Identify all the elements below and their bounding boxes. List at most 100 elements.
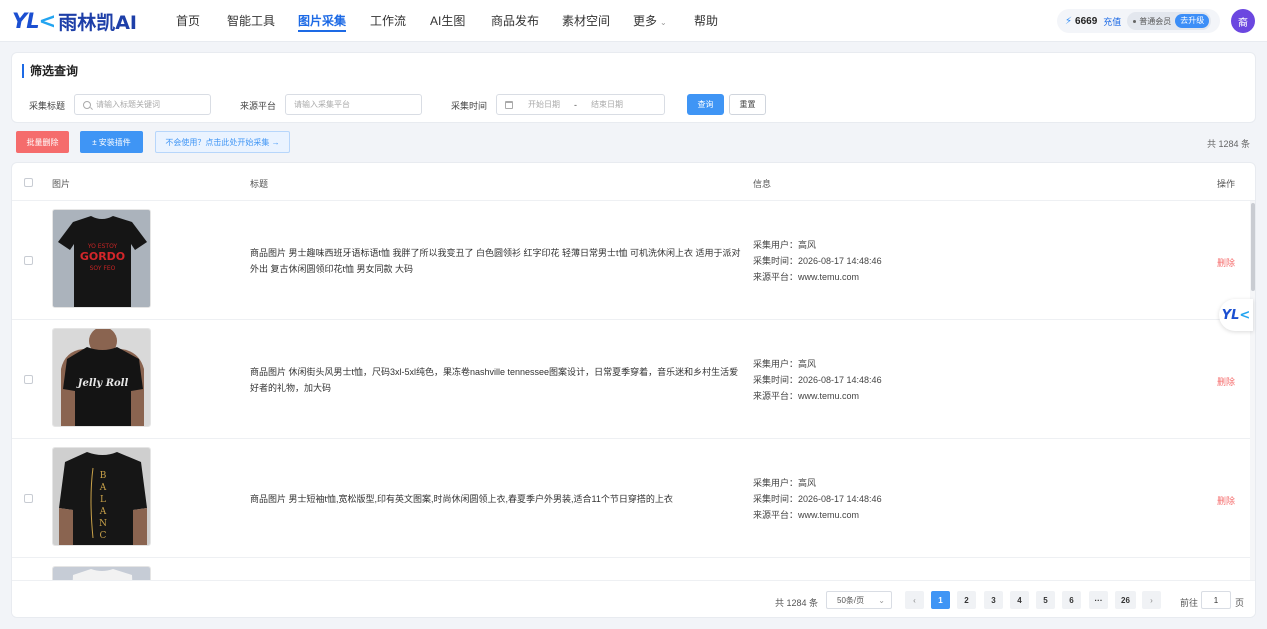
date-separator: - — [574, 99, 577, 110]
delete-link[interactable]: 删除 — [1217, 494, 1235, 507]
pagination: 共 1284 条 50条/页 ⌄ ‹ 1 2 3 4 5 6 ··· 26 › … — [12, 580, 1255, 617]
help-start-collect-link[interactable]: 不会使用？点击此处开始采集 → — [155, 131, 290, 153]
page-button-4[interactable]: 4 — [1010, 591, 1029, 609]
collect-user: 采集用户：高风 — [753, 359, 817, 369]
select-all-checkbox[interactable] — [24, 178, 33, 187]
start-date-placeholder: 开始日期 — [528, 100, 560, 109]
collection-table: 图片 标题 信息 操作 YO ESTOY GORDO SOY FEO 商品图片 … — [11, 162, 1256, 618]
platform-placeholder: 请输入采集平台 — [294, 100, 350, 109]
row-title: 商品图片 男士短袖t恤,宽松版型,印有英文图案,时尚休闲圆领上衣,春夏季户外男装… — [250, 494, 673, 504]
upgrade-button[interactable]: 去升级 — [1175, 14, 1210, 28]
chevron-down-icon: ⌄ — [878, 595, 885, 605]
table-row — [12, 558, 1250, 596]
logo-text: 雨林凯AI — [58, 11, 137, 34]
table-scrollbar-thumb[interactable] — [1251, 203, 1255, 291]
row-title: 商品图片 休闲街头风男士t恤，尺码3xl-5xl纯色，果冻卷nashville … — [250, 367, 739, 393]
title-filter-label: 采集标题 — [29, 101, 66, 111]
avatar[interactable]: 裔 — [1231, 9, 1255, 33]
collect-time: 采集时间：2026-08-17 14:48:46 — [753, 494, 882, 504]
product-thumbnail[interactable]: B A L A N C — [52, 447, 151, 546]
top-header: YL< 雨林凯AI 首页 智能工具 图片采集 工作流 AI生图 商品发布 素材空… — [0, 0, 1267, 42]
date-range-picker[interactable]: 开始日期 - 结束日期 — [496, 94, 665, 115]
svg-text:C: C — [100, 531, 107, 541]
nav-product-publish[interactable]: 商品发布 — [491, 0, 539, 42]
svg-text:YO ESTOY: YO ESTOY — [87, 243, 118, 250]
batch-delete-button[interactable]: 批量删除 — [16, 131, 69, 153]
nav-asset-space[interactable]: 素材空间 — [562, 0, 610, 42]
collect-time: 采集时间：2026-08-17 14:48:46 — [753, 256, 882, 266]
page-button-2[interactable]: 2 — [957, 591, 976, 609]
filter-title: 筛选查询 — [22, 64, 78, 78]
goto-label: 前往 — [1180, 598, 1199, 608]
table-row: Jelly Roll 商品图片 休闲街头风男士t恤，尺码3xl-5xl纯色，果冻… — [12, 320, 1250, 439]
logo-chevron: < — [38, 9, 57, 33]
svg-text:N: N — [99, 519, 107, 529]
platform-filter-label: 来源平台 — [240, 101, 277, 111]
install-plugin-button[interactable]: ± 安装插件 — [80, 131, 143, 153]
goto-page-suffix: 页 — [1235, 598, 1245, 608]
search-icon — [83, 100, 91, 109]
brand-logo[interactable]: YL< 雨林凯AI — [12, 9, 137, 34]
nav-help[interactable]: 帮助 — [694, 0, 718, 42]
page-button-26[interactable]: 26 — [1115, 591, 1136, 609]
row-checkbox[interactable] — [24, 375, 33, 384]
calendar-icon — [505, 100, 513, 109]
end-date-placeholder: 结束日期 — [591, 100, 623, 109]
reset-button[interactable]: 重置 — [729, 94, 766, 115]
member-level: 普通会员 — [1139, 16, 1172, 26]
nav-smart-tools[interactable]: 智能工具 — [227, 0, 275, 42]
chevron-down-icon: ⌄ — [660, 18, 667, 27]
credits-count: 6669 — [1075, 15, 1098, 27]
source-platform: 来源平台：www.temu.com — [753, 510, 860, 520]
recharge-link[interactable]: 充值 — [1103, 15, 1121, 28]
page-button-1[interactable]: 1 — [931, 591, 950, 609]
title-search-placeholder: 请输入标题关键词 — [96, 100, 160, 109]
collect-time: 采集时间：2026-08-17 14:48:46 — [753, 375, 882, 385]
shirt-print-subtext: SOY FEO — [90, 265, 116, 272]
filter-panel: 筛选查询 采集标题 请输入标题关键词 来源平台 请输入采集平台 采集时间 开始日… — [11, 52, 1256, 123]
more-pages-ellipsis[interactable]: ··· — [1089, 591, 1108, 609]
product-thumbnail[interactable]: YO ESTOY GORDO SOY FEO — [52, 209, 151, 308]
column-header-info: 信息 — [753, 179, 772, 189]
floating-logo-badge[interactable]: YL < — [1219, 299, 1253, 331]
shirt-print-text: Jelly Roll — [76, 378, 129, 389]
lightning-icon: ⚡ — [1065, 15, 1073, 27]
query-button[interactable]: 查询 — [687, 94, 724, 115]
next-page-button[interactable]: › — [1142, 591, 1161, 609]
table-row: B A L A N C 商品图片 男士短袖t恤,宽松版型,印有英文图案,时尚休闲… — [12, 439, 1250, 558]
svg-text:L: L — [100, 495, 106, 505]
source-platform: 来源平台：www.temu.com — [753, 391, 860, 401]
title-search-input[interactable]: 请输入标题关键词 — [74, 94, 211, 115]
member-badge: 普通会员 去升级 — [1127, 12, 1212, 30]
row-info: 采集用户：高风 采集时间：2026-08-17 14:48:46 来源平台：ww… — [753, 356, 882, 404]
nav-ai-image[interactable]: AI生图 — [430, 0, 465, 42]
table-header: 图片 标题 信息 操作 — [12, 163, 1255, 201]
product-thumbnail[interactable]: Jelly Roll — [52, 328, 151, 427]
goto-page-input[interactable]: 1 — [1201, 591, 1231, 609]
row-info: 采集用户：高风 采集时间：2026-08-17 14:48:46 来源平台：ww… — [753, 237, 882, 285]
nav-image-collect[interactable]: 图片采集 — [298, 0, 347, 42]
nav-home[interactable]: 首页 — [176, 0, 200, 42]
column-header-image: 图片 — [52, 179, 71, 189]
page-size-select[interactable]: 50条/页 ⌄ — [826, 591, 892, 609]
nav-more-label: 更多 — [633, 14, 658, 28]
time-filter-label: 采集时间 — [451, 101, 488, 111]
page-button-3[interactable]: 3 — [984, 591, 1003, 609]
platform-input[interactable]: 请输入采集平台 — [285, 94, 422, 115]
collect-user: 采集用户：高风 — [753, 478, 817, 488]
page-button-5[interactable]: 5 — [1036, 591, 1055, 609]
page-button-6[interactable]: 6 — [1062, 591, 1081, 609]
row-checkbox[interactable] — [24, 494, 33, 503]
source-platform: 来源平台：www.temu.com — [753, 272, 860, 282]
prev-page-button[interactable]: ‹ — [905, 591, 924, 609]
column-header-actions: 操作 — [1217, 179, 1236, 189]
dot-icon — [1133, 19, 1137, 23]
row-info: 采集用户：高风 采集时间：2026-08-17 14:48:46 来源平台：ww… — [753, 475, 882, 523]
row-checkbox[interactable] — [24, 256, 33, 265]
delete-link[interactable]: 删除 — [1217, 256, 1235, 269]
nav-more[interactable]: 更多 ⌄ — [633, 0, 667, 42]
nav-workflow[interactable]: 工作流 — [370, 0, 406, 42]
float-logo-mark: YL — [1221, 307, 1240, 323]
float-logo-chevron: < — [1239, 307, 1251, 323]
delete-link[interactable]: 删除 — [1217, 375, 1235, 388]
